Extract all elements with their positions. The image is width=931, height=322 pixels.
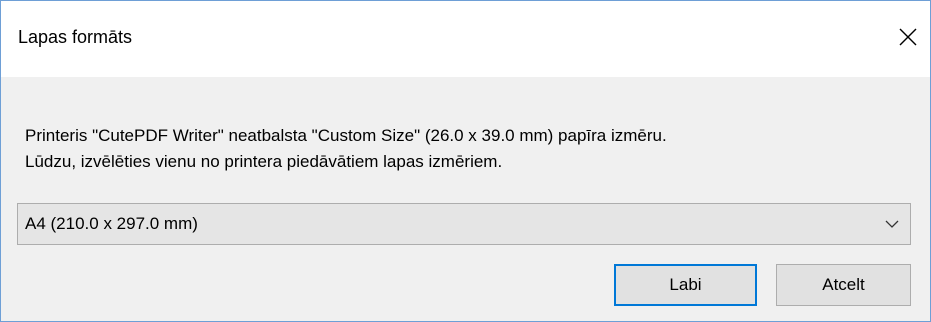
title-bar: Lapas formāts <box>1 1 930 77</box>
page-format-dialog: Lapas formāts Printeris "CutePDF Writer"… <box>0 0 931 322</box>
message-text: Printeris "CutePDF Writer" neatbalsta "C… <box>25 123 667 175</box>
chevron-down-icon <box>885 220 899 228</box>
close-button[interactable] <box>886 15 930 59</box>
cancel-button[interactable]: Atcelt <box>776 264 911 306</box>
close-icon <box>899 28 917 46</box>
paper-size-selected-value: A4 (210.0 x 297.0 mm) <box>25 214 198 233</box>
window-title: Lapas formāts <box>18 27 133 47</box>
message-line-2: Lūdzu, izvēlēties vienu no printera pied… <box>25 152 503 171</box>
paper-size-select[interactable]: A4 (210.0 x 297.0 mm) <box>17 203 911 245</box>
ok-button[interactable]: Labi <box>614 264 757 306</box>
message-line-1: Printeris "CutePDF Writer" neatbalsta "C… <box>25 126 667 145</box>
